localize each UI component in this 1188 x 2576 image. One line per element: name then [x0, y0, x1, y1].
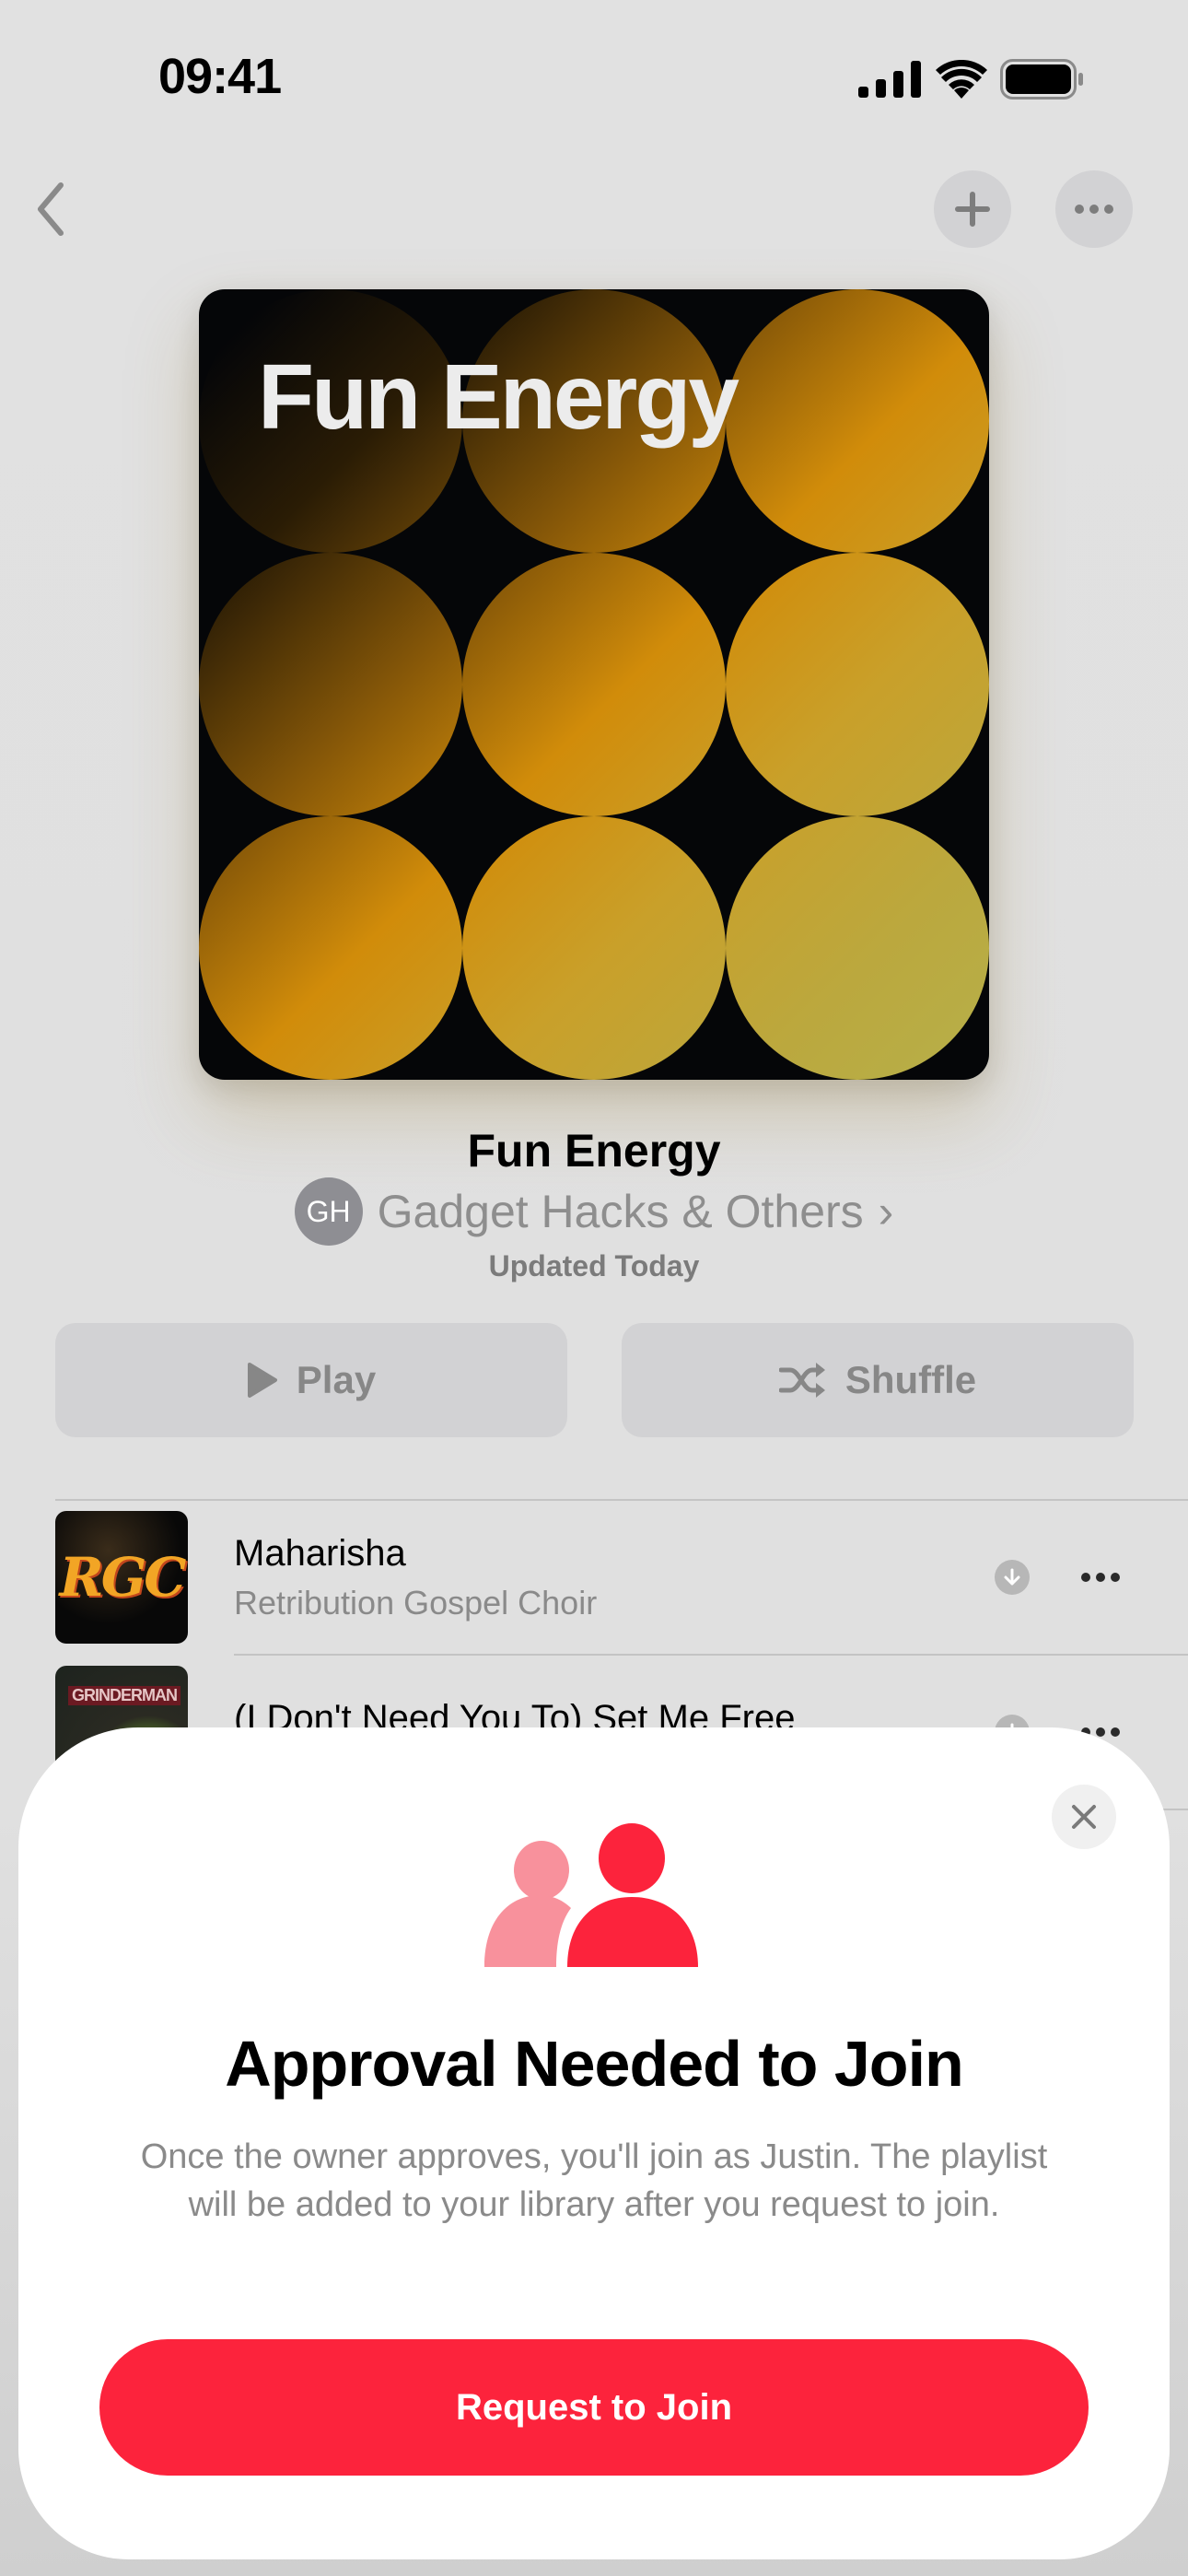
track-row[interactable]: RGC Maharisha Retribution Gospel Choir [55, 1500, 1188, 1655]
play-icon [247, 1363, 277, 1398]
updated-label: Updated Today [488, 1249, 700, 1282]
playlist-artwork[interactable]: Fun Energy [199, 289, 989, 1080]
artwork-circle [199, 816, 462, 1080]
back-button[interactable] [28, 177, 74, 241]
curator-avatar: GH [294, 1177, 363, 1246]
track-title: Maharisha [234, 1532, 406, 1574]
artwork-circle [726, 553, 989, 816]
curator-name: Gadget Hacks & Others [377, 1186, 864, 1237]
shuffle-label: Shuffle [844, 1358, 977, 1401]
track-more-button[interactable] [1081, 1573, 1120, 1582]
status-icons [858, 59, 1085, 100]
shuffle-button[interactable]: Shuffle [622, 1323, 1134, 1437]
artwork-circle [462, 553, 726, 816]
track-artwork: RGC [55, 1511, 188, 1644]
more-button[interactable] [1055, 170, 1133, 248]
wifi-icon [936, 60, 987, 99]
playlist-title: Fun Energy [467, 1125, 721, 1177]
ellipsis-icon [1075, 205, 1113, 214]
artwork-circle [462, 816, 726, 1080]
artwork-text: GRINDERMAN [68, 1686, 181, 1705]
request-to-join-button[interactable]: Request to Join [99, 2339, 1089, 2476]
people-icon [484, 1823, 698, 1967]
shuffle-icon [778, 1363, 825, 1398]
curator-link[interactable]: GH Gadget Hacks & Others › [0, 1177, 1188, 1246]
artwork-text: RGC [59, 1546, 187, 1609]
artwork-circle [726, 816, 989, 1080]
track-artist: Retribution Gospel Choir [234, 1583, 598, 1622]
play-button[interactable]: Play [55, 1323, 567, 1437]
chevron-left-icon [38, 182, 64, 236]
chevron-right-icon: › [878, 1186, 894, 1237]
sheet-title: Approval Needed to Join [225, 2028, 964, 2100]
artwork-circle [726, 289, 989, 553]
status-time: 09:41 [158, 49, 282, 104]
close-button[interactable] [1052, 1785, 1116, 1849]
play-label: Play [296, 1358, 377, 1401]
battery-icon [1000, 59, 1083, 100]
download-icon[interactable] [995, 1560, 1030, 1595]
close-icon [1072, 1805, 1096, 1829]
approval-sheet: Approval Needed to Join Once the owner a… [18, 1727, 1170, 2559]
add-button[interactable] [934, 170, 1011, 248]
cellular-signal-icon [858, 61, 921, 98]
plus-icon [955, 192, 990, 227]
artwork-circle [199, 553, 462, 816]
sheet-description: Once the owner approves, you'll join as … [140, 2137, 1048, 2224]
artwork-title: Fun Energy [258, 345, 740, 449]
